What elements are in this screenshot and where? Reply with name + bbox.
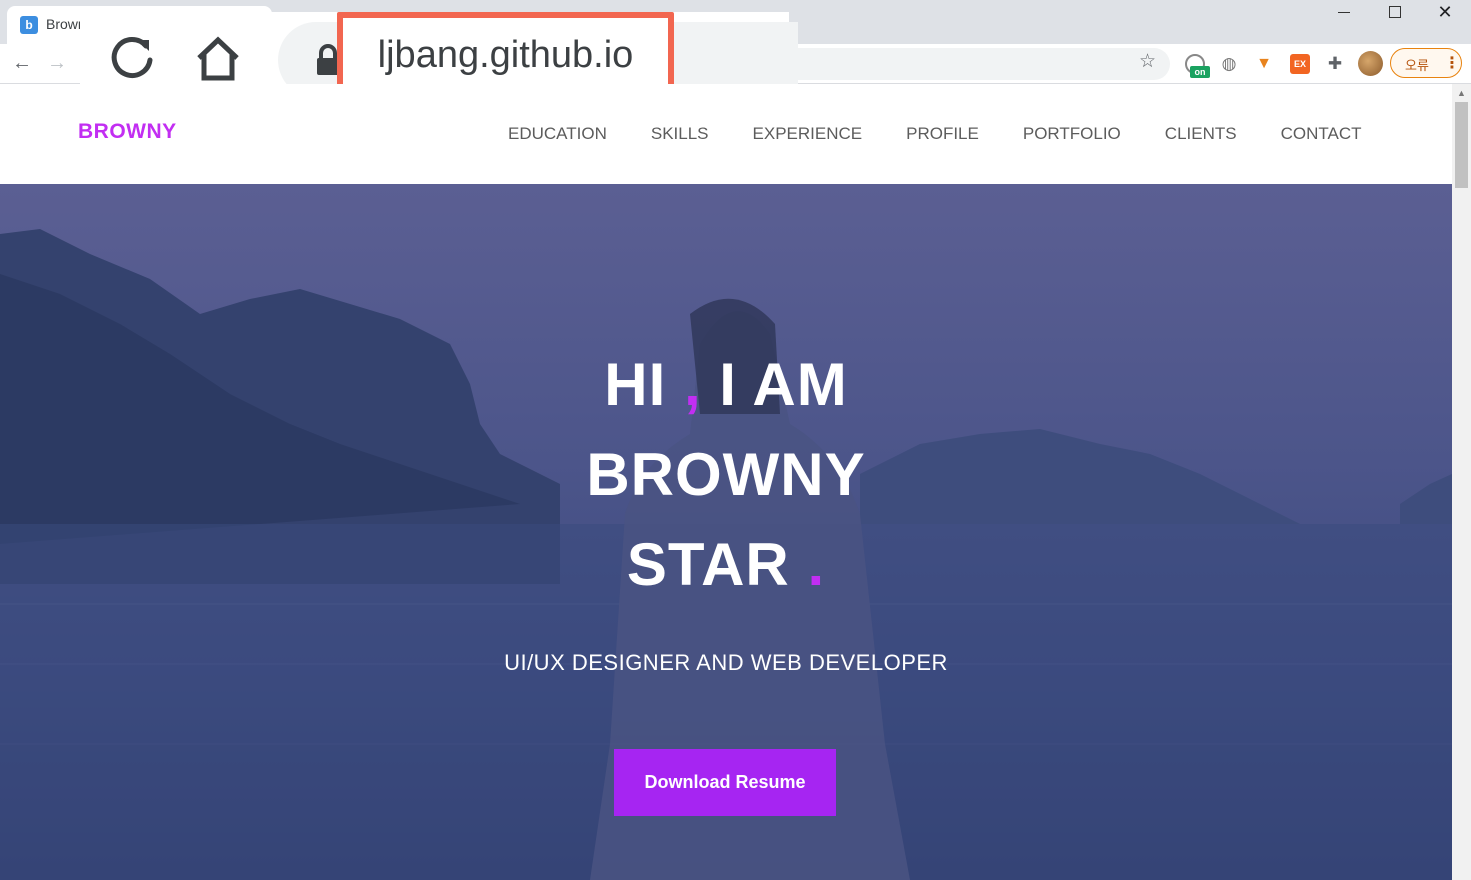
menu-item-education[interactable]: EDUCATION xyxy=(508,124,607,144)
menu-item-experience[interactable]: EXPERIENCE xyxy=(753,124,863,144)
web-page: BROWNY EDUCATION SKILLS EXPERIENCE PROFI… xyxy=(0,84,1452,880)
menu-item-skills[interactable]: SKILLS xyxy=(651,124,709,144)
url-text[interactable]: ljbang.github.io xyxy=(343,18,668,94)
menu-item-profile[interactable]: PROFILE xyxy=(906,124,979,144)
hero-subtitle: UI/UX DESIGNER AND WEB DEVELOPER xyxy=(504,650,948,675)
site-brand-logo[interactable]: BROWNY xyxy=(78,120,177,144)
site-favicon-icon: b xyxy=(20,16,38,34)
maximize-button[interactable] xyxy=(1370,0,1420,26)
site-menu: EDUCATION SKILLS EXPERIENCE PROFILE PORT… xyxy=(508,124,1406,144)
menu-item-clients[interactable]: CLIENTS xyxy=(1165,124,1237,144)
bookmark-star-icon[interactable]: ☆ xyxy=(1139,50,1156,73)
reload-icon[interactable] xyxy=(108,34,156,82)
scroll-up-arrow-icon[interactable]: ▲ xyxy=(1457,88,1466,98)
menu-kebab-icon: ⋮ xyxy=(1444,55,1460,72)
hero-i-am-text: I AM xyxy=(719,351,848,418)
ex-extension-icon[interactable]: EX xyxy=(1290,54,1310,74)
globe-extension-icon[interactable]: ◍ xyxy=(1219,54,1239,74)
page-scrollbar[interactable]: ▲ xyxy=(1452,84,1471,880)
hero-heading-line-1: HI , I AM xyxy=(0,350,1452,419)
close-window-button[interactable]: ✕ xyxy=(1420,0,1470,26)
hero-comma-accent: , xyxy=(683,351,702,418)
forward-arrow-icon[interactable]: → xyxy=(47,52,67,75)
hero-section: HI , I AM BROWNY STAR . UI/UX DESIGNER A… xyxy=(0,184,1452,880)
site-navbar: BROWNY EDUCATION SKILLS EXPERIENCE PROFI… xyxy=(0,84,1452,184)
scrollbar-thumb[interactable] xyxy=(1455,102,1468,188)
extensions-puzzle-icon[interactable]: ✚ xyxy=(1325,54,1345,74)
extension-on-badge: on xyxy=(1190,66,1210,78)
minimize-button[interactable] xyxy=(1320,0,1370,26)
tab-title: Browny - Free Responsive Bootstrap4 Port… xyxy=(46,16,80,32)
error-label: 오류 xyxy=(1405,58,1429,73)
menu-item-contact[interactable]: CONTACT xyxy=(1281,124,1362,144)
hero-heading-line-3: STAR . xyxy=(0,530,1452,599)
browser-error-button[interactable]: 오류 ⋮ xyxy=(1390,48,1462,78)
hero-dot-accent: . xyxy=(807,531,826,598)
profile-avatar[interactable] xyxy=(1358,51,1383,76)
hero-hi-text: HI xyxy=(604,351,667,418)
fox-extension-icon[interactable]: ▼ xyxy=(1254,54,1274,74)
hero-heading-line-2: BROWNY xyxy=(586,441,866,508)
hero-star-text: STAR xyxy=(626,531,790,598)
back-arrow-icon[interactable]: ← xyxy=(12,52,32,75)
menu-item-portfolio[interactable]: PORTFOLIO xyxy=(1023,124,1121,144)
home-icon[interactable] xyxy=(193,34,243,84)
download-resume-button[interactable]: Download Resume xyxy=(614,749,836,816)
